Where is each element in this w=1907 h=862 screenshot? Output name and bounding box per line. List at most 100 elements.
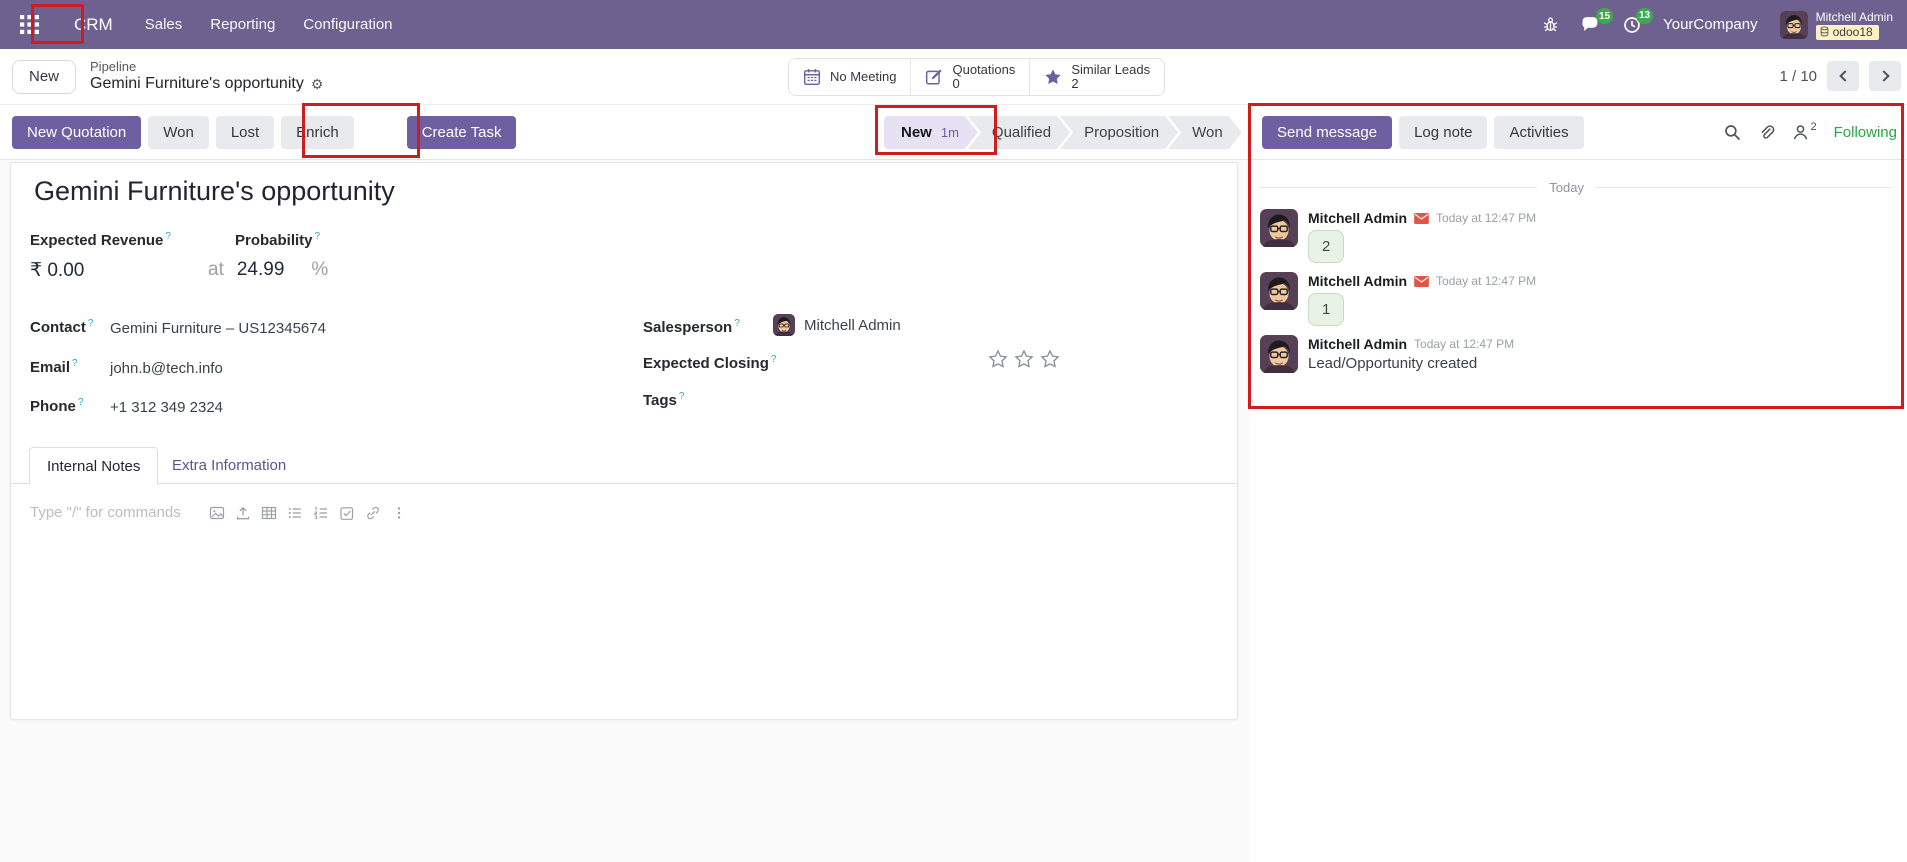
message-author[interactable]: Mitchell Admin [1308,273,1407,289]
stage-proposition[interactable]: Proposition [1060,116,1178,149]
help-icon[interactable]: ? [88,318,94,329]
database-badge: odoo18 [1816,25,1879,40]
won-button[interactable]: Won [148,116,209,149]
priority-star-icon[interactable] [988,349,1008,369]
pager-next-button[interactable] [1869,61,1901,91]
followers-count: 2 [1811,121,1817,133]
priority-widget [988,349,1060,369]
company-switcher[interactable]: YourCompany [1663,16,1758,33]
kebab-menu-icon[interactable] [391,505,407,521]
help-icon[interactable]: ? [72,358,78,369]
date-divider-label: Today [1549,180,1584,195]
upload-file-icon[interactable] [235,505,251,521]
checklist-icon[interactable] [339,505,355,521]
smart-button-label: Similar Leads [1071,63,1150,77]
menu-configuration[interactable]: Configuration [301,12,394,37]
insert-link-icon[interactable] [365,505,381,521]
search-messages-icon[interactable] [1724,124,1741,141]
message-avatar[interactable] [1260,335,1298,373]
star-icon [1044,68,1062,86]
help-icon[interactable]: ? [771,354,777,365]
app-menu-crm[interactable]: CRM [68,15,119,35]
apps-grid-icon[interactable] [14,10,44,40]
expected-revenue-field[interactable]: ₹ 0.00 [30,259,84,282]
internal-notes-editor[interactable]: Type "/" for commands [30,504,407,521]
breadcrumb-current: Gemini Furniture's opportunity [90,75,304,93]
activities-button[interactable]: Activities [1494,116,1583,149]
tab-internal-notes[interactable]: Internal Notes [29,447,158,485]
following-toggle[interactable]: Following [1834,124,1897,141]
stage-won[interactable]: Won [1168,116,1242,149]
phone-field[interactable]: +1 312 349 2324 [110,399,223,416]
database-icon [1820,26,1829,37]
log-note-button[interactable]: Log note [1399,116,1487,149]
followers-person-icon[interactable]: 2 [1792,124,1817,141]
insert-table-icon[interactable] [261,505,277,521]
menu-reporting[interactable]: Reporting [208,12,277,37]
tab-extra-information[interactable]: Extra Information [155,447,303,484]
message: Mitchell Admin Today at 12:47 PM 2 [1260,209,1891,263]
enrich-button[interactable]: Enrich [281,116,354,149]
activities-icon[interactable]: 13 [1623,16,1641,34]
help-icon[interactable]: ? [165,231,171,242]
message-avatar[interactable] [1260,209,1298,247]
message-avatar[interactable] [1260,272,1298,310]
menu-sales[interactable]: Sales [143,12,185,37]
numbered-list-icon[interactable] [313,505,329,521]
stage-new[interactable]: New 1m [884,116,978,149]
insert-image-icon[interactable] [209,505,225,521]
pager-count: 1 / 10 [1779,68,1817,85]
message-body: 1 [1308,293,1344,326]
salesperson-field[interactable]: Mitchell Admin [773,314,901,336]
send-message-button[interactable]: Send message [1262,116,1392,149]
message-time: Today at 12:47 PM [1436,274,1536,288]
message-time: Today at 12:47 PM [1414,337,1514,351]
probability-field[interactable]: at 24.99 % [208,259,328,281]
meetings-smart-button[interactable]: No Meeting [789,59,910,95]
bug-icon[interactable] [1542,16,1559,33]
bullet-list-icon[interactable] [287,505,303,521]
messages-icon[interactable]: 15 [1581,16,1601,33]
form-view: Gemini Furniture's opportunity Expected … [0,160,1250,862]
help-icon[interactable]: ? [315,231,321,242]
email-field[interactable]: john.b@tech.info [110,360,223,377]
help-icon[interactable]: ? [78,397,84,408]
smart-button-label: Quotations [952,63,1015,77]
similar-leads-smart-button[interactable]: Similar Leads 2 [1029,59,1164,95]
email-label: Email? [30,358,78,376]
control-panel: New Pipeline Gemini Furniture's opportun… [0,49,1907,104]
help-icon[interactable]: ? [679,391,685,402]
quotations-smart-button[interactable]: Quotations 0 [910,59,1029,95]
priority-star-icon[interactable] [1014,349,1034,369]
expected-revenue-label: Expected Revenue? [30,231,171,249]
settings-gear-icon[interactable]: ⚙ [311,76,324,92]
chatter-panel: Today Mitchell Admin Today at 12:47 PM 2 [1250,160,1907,862]
tags-field[interactable] [773,393,973,411]
envelope-icon [1414,276,1429,287]
contact-label: Contact? [30,318,93,336]
messages-badge: 15 [1596,8,1613,24]
opportunity-title[interactable]: Gemini Furniture's opportunity [34,176,395,207]
message-author[interactable]: Mitchell Admin [1308,210,1407,226]
chatter-topbar: Send message Log note Activities 2 Follo… [1250,105,1907,159]
status-bar: New Quotation Won Lost Enrich Create Tas… [0,104,1907,160]
contact-field[interactable]: Gemini Furniture – US12345674 [110,320,326,337]
new-record-button[interactable]: New [12,60,76,94]
smart-button-value: 2 [1071,77,1150,91]
create-task-button[interactable]: Create Task [407,116,517,149]
priority-star-icon[interactable] [1040,349,1060,369]
stage-qualified[interactable]: Qualified [968,116,1070,149]
smart-button-bar: No Meeting Quotations 0 Similar Leads [788,58,1165,96]
calendar-icon [803,68,821,86]
date-divider: Today [1260,180,1891,195]
message-author[interactable]: Mitchell Admin [1308,336,1407,352]
breadcrumb: Pipeline Gemini Furniture's opportunity … [90,60,323,93]
lost-button[interactable]: Lost [216,116,274,149]
breadcrumb-pipeline[interactable]: Pipeline [90,60,323,75]
pager-previous-button[interactable] [1827,61,1859,91]
attachments-paperclip-icon[interactable] [1758,124,1775,141]
user-menu[interactable]: Mitchell Admin odoo18 [1780,10,1893,40]
new-quotation-button[interactable]: New Quotation [12,116,141,149]
message: Mitchell Admin Today at 12:47 PM Lead/Op… [1260,335,1891,373]
help-icon[interactable]: ? [734,318,740,329]
